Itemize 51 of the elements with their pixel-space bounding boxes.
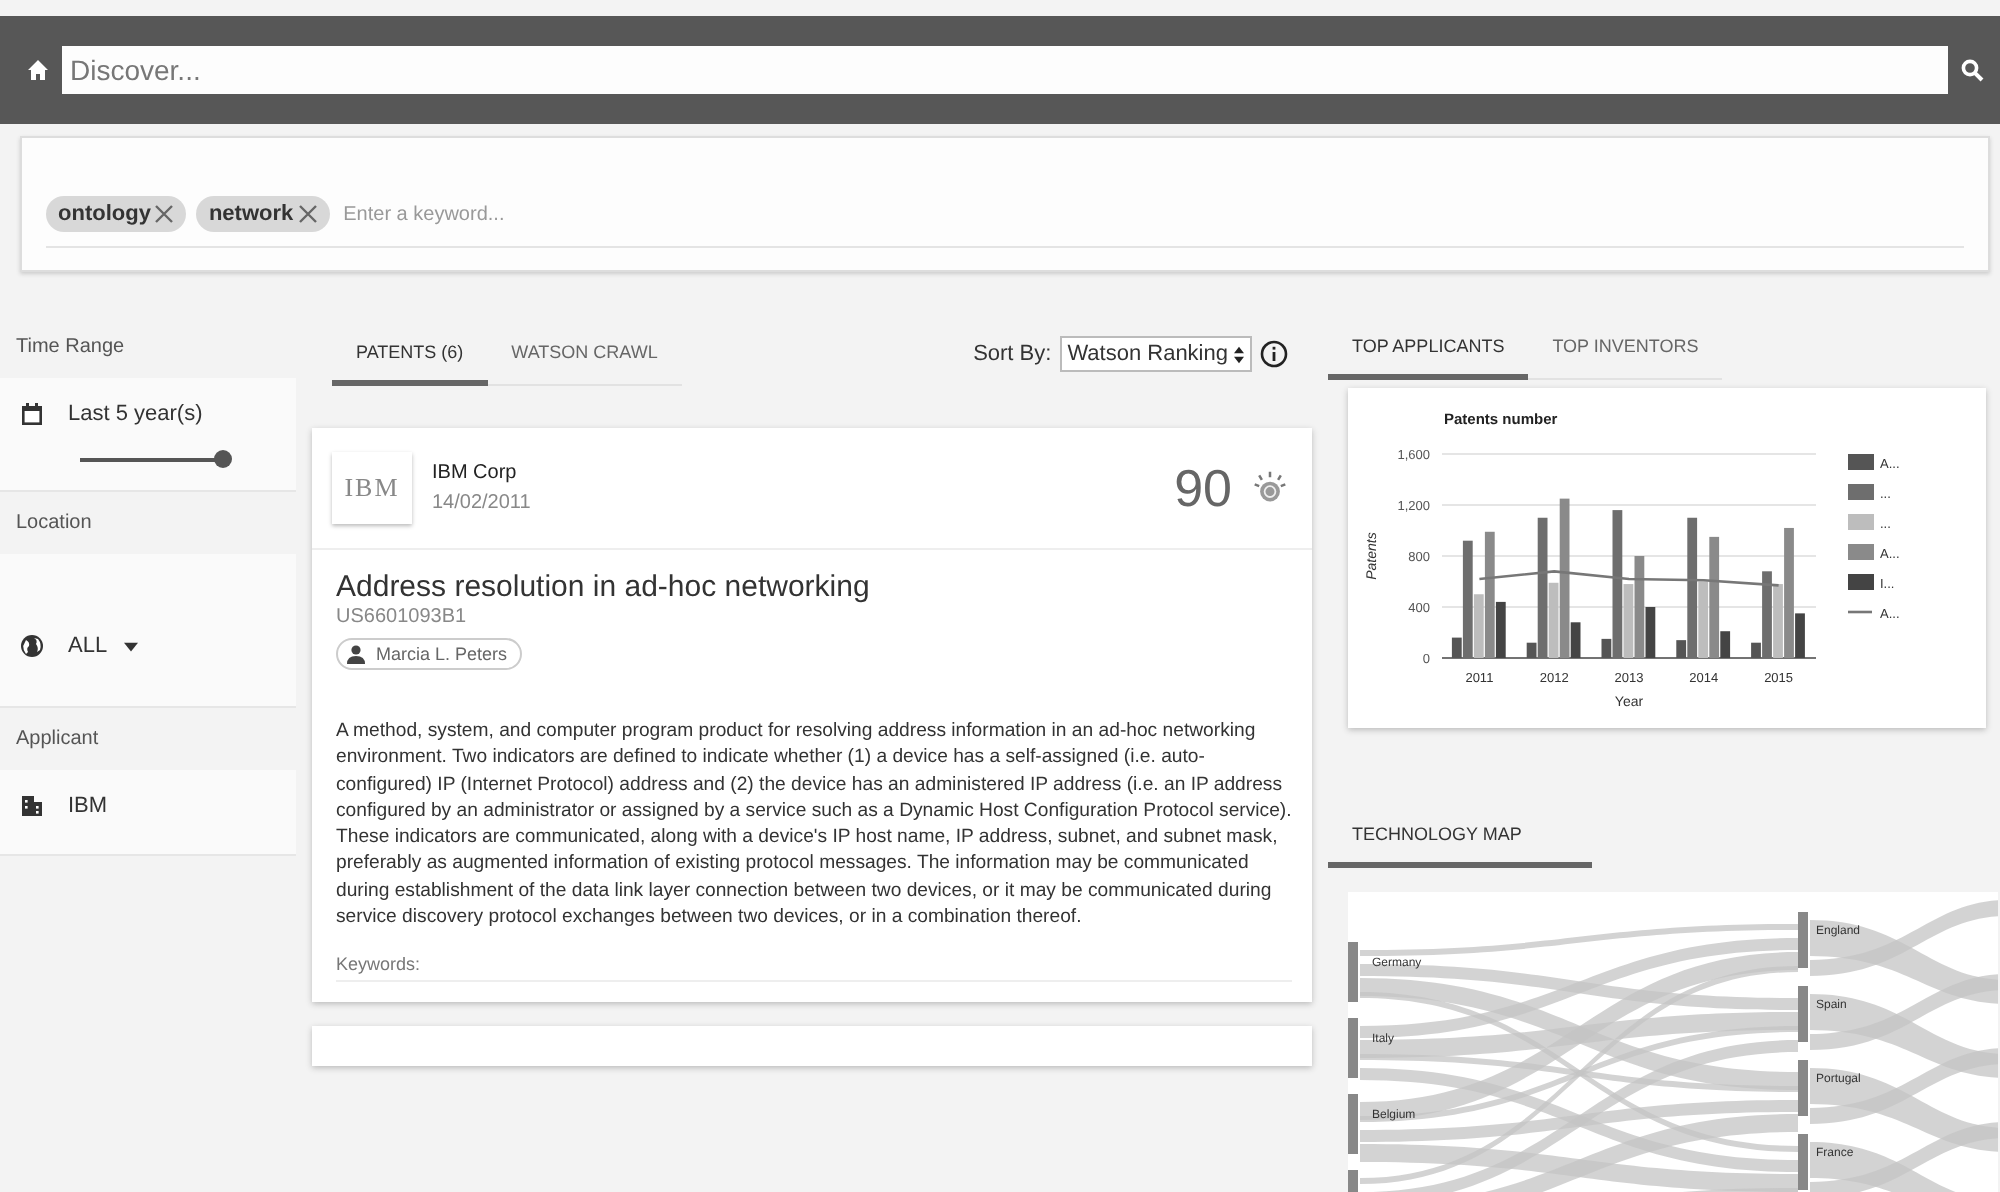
filter-heading: Time Range bbox=[14, 334, 127, 362]
sankey-node bbox=[1348, 1018, 1358, 1078]
keyword-field[interactable]: Enter a keyword... bbox=[339, 201, 748, 227]
home-icon[interactable] bbox=[26, 58, 50, 82]
globe-icon bbox=[20, 634, 44, 658]
info-icon[interactable] bbox=[1260, 340, 1288, 368]
keyword-chip[interactable]: network bbox=[196, 196, 330, 232]
patent-abstract: A method, system, and computer program product for resolving address information in an ad-hoc networking environment. Two indicators are defined to indicate whether (1) a device has a self-assigned (i.e. auto-configured) IP (Internet Protocol) address and (2) the device has an administered IP address (i.e. an IP address configured by an administrator or assigned by a service such as a Dynamic Host Configuration Protocol service). These indicators are communicated, along with a device's IP host name, IP address, subnet, and subnet mask, preferably as augmented information of existing protocol messages. The information may be communicated during establishment of the data link layer connection between two devices, or it may be communicated during service discovery protocol exchanges between two devices, or in a combination thereof. bbox=[336, 718, 1292, 931]
sankey-node bbox=[1798, 986, 1808, 1042]
legend-line bbox=[1848, 610, 1872, 614]
company-name: IBM Corp bbox=[432, 462, 519, 484]
calendar-icon bbox=[20, 402, 44, 426]
filter-value: Last 5 year(s) bbox=[68, 402, 203, 426]
legend-swatch bbox=[1848, 484, 1874, 500]
filter-heading: Applicant bbox=[14, 726, 101, 754]
patent-number: US6601093B1 bbox=[336, 606, 467, 628]
insights-tab[interactable]: TOP INVENTORS bbox=[1528, 316, 1723, 380]
inventor-chip[interactable]: Marcia L. Peters bbox=[336, 638, 522, 670]
location-dropdown[interactable]: ALL bbox=[68, 634, 138, 658]
insights-tab[interactable]: TOP APPLICANTS bbox=[1328, 316, 1529, 380]
patent-title[interactable]: Address resolution in ad-hoc networking bbox=[336, 570, 870, 604]
caret-icon bbox=[123, 641, 138, 651]
legend-swatch bbox=[1848, 574, 1874, 590]
sankey-node bbox=[1798, 1060, 1808, 1116]
technology-map-tab[interactable]: TECHNOLOGY MAP bbox=[1328, 804, 1592, 868]
ranking-score: 90 bbox=[1174, 457, 1232, 519]
search-field[interactable]: Discover... bbox=[62, 46, 1948, 94]
watson-icon bbox=[1252, 470, 1288, 506]
remove-icon[interactable] bbox=[297, 204, 318, 224]
sort-arrows-icon bbox=[1234, 345, 1244, 363]
sankey-node bbox=[1348, 1094, 1358, 1154]
patent-date: 14/02/2011 bbox=[432, 492, 533, 514]
company-logo: IBM bbox=[332, 452, 412, 524]
search-icon[interactable] bbox=[1960, 58, 1984, 82]
sort-select[interactable]: Watson Ranking bbox=[1059, 336, 1252, 372]
sankey-node bbox=[1798, 912, 1808, 968]
legend-swatch bbox=[1848, 514, 1874, 530]
remove-icon[interactable] bbox=[154, 204, 175, 224]
sankey-node bbox=[1348, 942, 1358, 1002]
legend-swatch bbox=[1848, 454, 1874, 470]
filter-value[interactable]: IBM bbox=[68, 794, 108, 818]
sankey-node bbox=[1798, 1134, 1808, 1190]
results-tab[interactable]: PATENTS (6) bbox=[332, 322, 488, 386]
building-icon bbox=[20, 794, 44, 818]
person-icon bbox=[346, 644, 366, 664]
sort-label: Sort By: bbox=[973, 342, 1052, 366]
legend-swatch bbox=[1848, 544, 1874, 560]
keyword-chip[interactable]: ontology bbox=[46, 196, 187, 232]
results-tab[interactable]: WATSON CRAWL bbox=[487, 322, 682, 386]
filter-heading: Location bbox=[14, 510, 94, 538]
keywords-label: Keywords: bbox=[336, 954, 1292, 983]
